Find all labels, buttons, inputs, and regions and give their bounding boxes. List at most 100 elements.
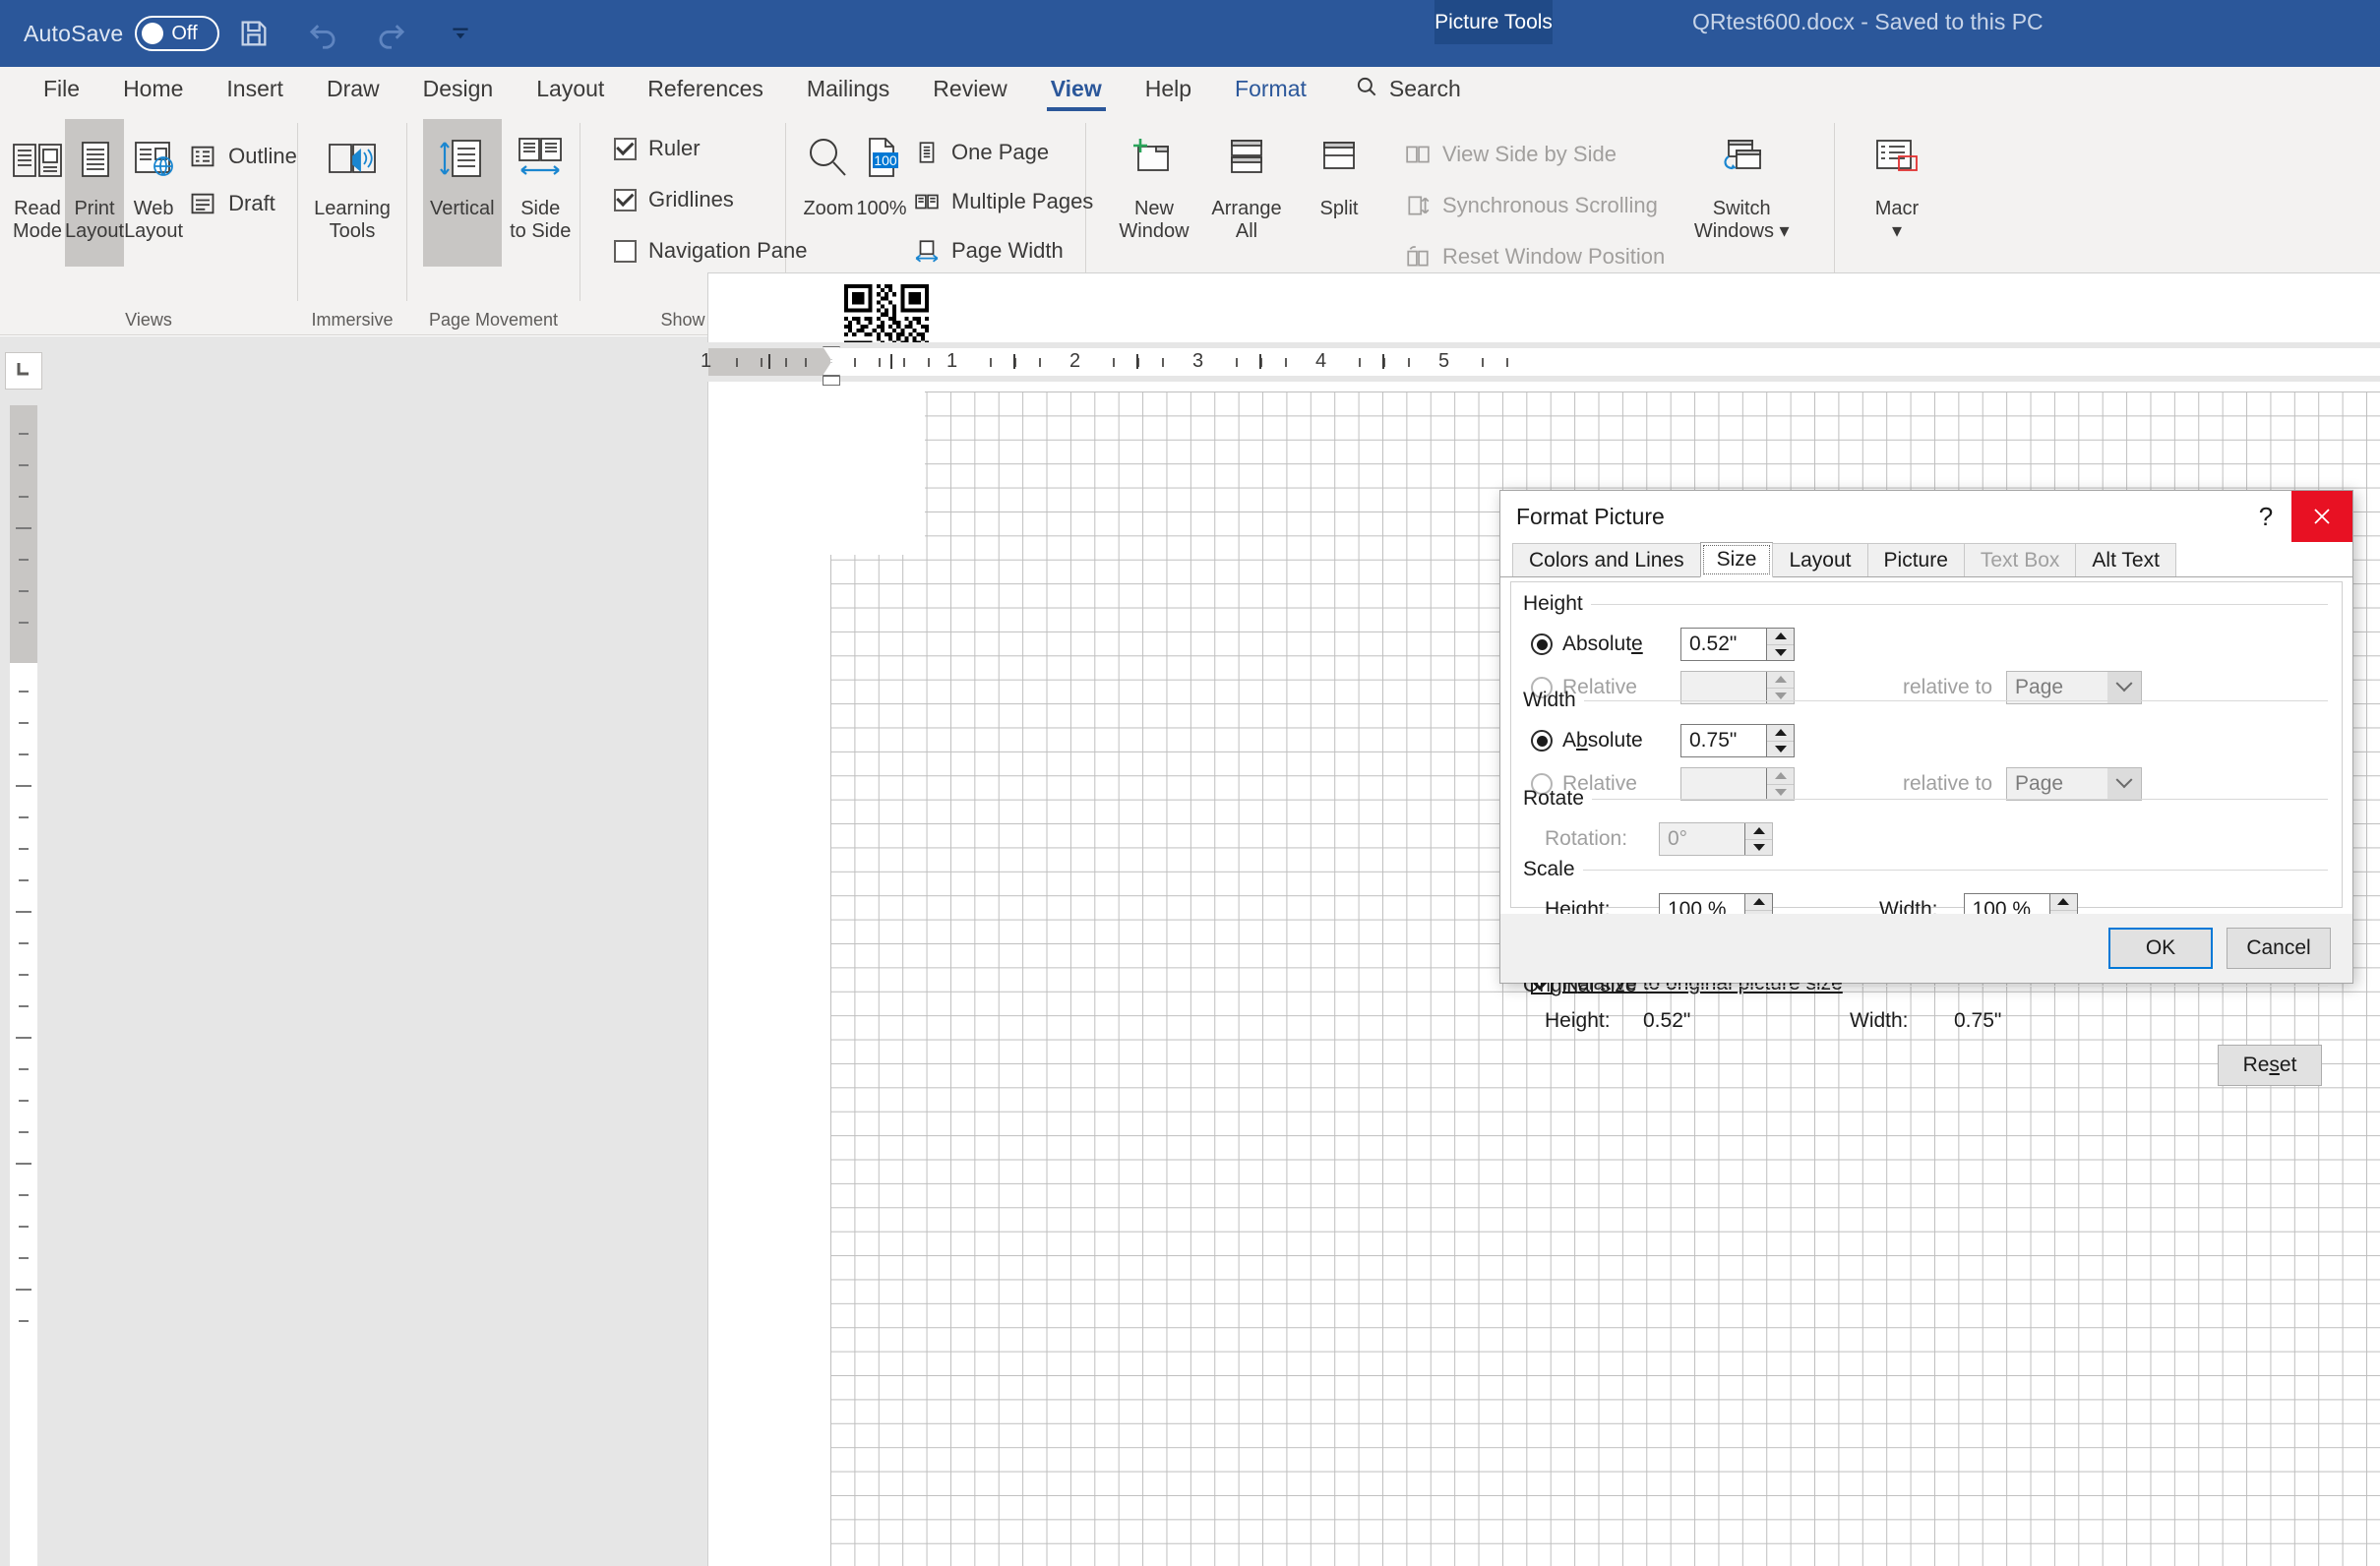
undo-icon[interactable]	[288, 6, 357, 61]
width-absolute-spinner[interactable]: 0.75"	[1680, 724, 1795, 757]
width-fieldset: Width Absolute 0.75" Relative	[1523, 689, 2328, 801]
legend-rule	[1591, 604, 2328, 605]
tab-home[interactable]: Home	[101, 67, 205, 111]
tab-design[interactable]: Design	[401, 67, 516, 111]
ruler-checkbox[interactable]	[614, 138, 637, 160]
height-absolute-value[interactable]: 0.52"	[1681, 629, 1766, 660]
page-width-button[interactable]: Page Width	[908, 231, 1099, 271]
tab-review[interactable]: Review	[911, 67, 1028, 111]
search-box[interactable]: Search	[1328, 74, 1461, 105]
title-bar: AutoSave Off Picture Tools QRtest600.d	[0, 0, 2380, 67]
one-page-button[interactable]: One Page	[908, 133, 1099, 172]
outline-button[interactable]: Outline	[183, 137, 303, 176]
rotation-spinner[interactable]: 0°	[1659, 822, 1773, 856]
cancel-button[interactable]: Cancel	[2227, 928, 2331, 969]
rotation-value[interactable]: 0°	[1660, 823, 1744, 855]
gridlines-checkbox-item[interactable]: Gridlines	[608, 180, 813, 219]
autosave-knob	[142, 23, 163, 44]
height-relative-spin-up[interactable]	[1767, 672, 1794, 689]
height-fieldset: Height Absolute 0.52" Relative	[1523, 592, 2328, 704]
svg-text:100: 100	[874, 152, 897, 168]
horizontal-ruler[interactable]: 1 1 2 3 4 5	[0, 342, 2380, 382]
vertical-ruler[interactable]	[10, 405, 37, 1566]
reset-button[interactable]: Reset	[2218, 1045, 2322, 1086]
tab-draw[interactable]: Draw	[305, 67, 401, 111]
zoom-icon	[802, 127, 855, 194]
side-to-side-icon	[512, 127, 569, 194]
side-to-side-button[interactable]: Sideto Side	[502, 119, 580, 267]
help-icon[interactable]: ?	[2246, 491, 2286, 542]
width-legend: Width	[1523, 689, 2328, 712]
dialog-tab-size[interactable]: Size	[1700, 542, 1774, 577]
tab-view[interactable]: View	[1029, 67, 1124, 111]
zoom-button[interactable]: Zoom	[802, 119, 855, 267]
switch-windows-button[interactable]: SwitchWindows ▾	[1688, 119, 1795, 267]
multiple-pages-button[interactable]: Multiple Pages	[908, 182, 1099, 221]
quick-access-toolbar: AutoSave Off	[0, 6, 495, 61]
width-absolute-radio[interactable]	[1531, 730, 1553, 752]
dialog-tab-alt-text[interactable]: Alt Text	[2075, 543, 2175, 576]
split-label: Split	[1320, 198, 1359, 219]
dialog-tab-picture[interactable]: Picture	[1867, 543, 1965, 576]
new-window-button[interactable]: NewWindow	[1108, 119, 1200, 267]
vertical-label: Vertical	[430, 198, 495, 219]
tab-layout[interactable]: Layout	[515, 67, 626, 111]
reset-label-underlined: s	[2269, 1054, 2280, 1077]
switch-windows-label-1: Switch	[1713, 198, 1771, 219]
draft-button[interactable]: Draft	[183, 184, 303, 223]
height-legend: Height	[1523, 592, 2328, 616]
left-indent-marker[interactable]	[823, 376, 840, 386]
autosave-state: Off	[171, 23, 197, 45]
customize-quick-access-toolbar-icon[interactable]	[426, 6, 495, 61]
ok-button[interactable]: OK	[2108, 928, 2213, 969]
rotation-spin-down[interactable]	[1745, 840, 1772, 856]
macros-button[interactable]: Macr▾	[1851, 119, 1943, 267]
web-layout-button[interactable]: WebLayout	[124, 119, 183, 267]
height-absolute-spinner[interactable]: 0.52"	[1680, 628, 1795, 661]
learning-tools-button[interactable]: LearningTools	[299, 119, 405, 267]
read-mode-button[interactable]: ReadMode	[10, 119, 65, 267]
width-absolute-spin-up[interactable]	[1767, 725, 1794, 742]
arrange-all-label-2: All	[1236, 220, 1257, 242]
scale-width-spin-up[interactable]	[2050, 894, 2077, 911]
height-absolute-spin-up[interactable]	[1767, 629, 1794, 645]
navigation-pane-checkbox[interactable]	[614, 240, 637, 263]
gridlines-checkbox[interactable]	[614, 189, 637, 211]
switch-windows-icon	[1713, 127, 1770, 194]
tab-mailings[interactable]: Mailings	[785, 67, 911, 111]
scale-height-spin-up[interactable]	[1745, 894, 1772, 911]
width-relative-spin-up[interactable]	[1767, 768, 1794, 785]
navigation-pane-checkbox-item[interactable]: Navigation Pane	[608, 231, 813, 271]
print-layout-button[interactable]: PrintLayout	[65, 119, 124, 267]
dialog-tab-layout[interactable]: Layout	[1772, 543, 1867, 576]
split-button[interactable]: Split	[1293, 119, 1385, 267]
dialog-tab-colors-and-lines[interactable]: Colors and Lines	[1512, 543, 1701, 576]
height-absolute-label-underlined: e	[1631, 632, 1643, 655]
new-window-label-1: New	[1134, 198, 1174, 219]
tab-format[interactable]: Format	[1213, 67, 1328, 111]
legend-rule	[1583, 870, 2328, 871]
tab-help[interactable]: Help	[1124, 67, 1213, 111]
tab-file[interactable]: File	[22, 67, 101, 111]
rotation-spin-up[interactable]	[1745, 823, 1772, 840]
tab-stop-selector[interactable]	[5, 352, 42, 390]
height-absolute-radio[interactable]	[1531, 633, 1553, 655]
save-icon[interactable]	[219, 6, 288, 61]
autosave-toggle[interactable]: Off	[135, 16, 219, 51]
gridline-mask	[830, 392, 925, 555]
width-absolute-value[interactable]: 0.75"	[1681, 725, 1766, 756]
vertical-button[interactable]: Vertical	[423, 119, 502, 267]
width-absolute-spin-down[interactable]	[1767, 742, 1794, 757]
tab-references[interactable]: References	[626, 67, 785, 111]
ruler-checkbox-item[interactable]: Ruler	[608, 129, 813, 168]
height-absolute-spin-down[interactable]	[1767, 645, 1794, 661]
tab-insert[interactable]: Insert	[205, 67, 305, 111]
synchronous-scrolling-label: Synchronous Scrolling	[1442, 193, 1658, 218]
arrange-all-button[interactable]: ArrangeAll	[1200, 119, 1293, 267]
original-height-label: Height:	[1545, 1009, 1643, 1033]
dialog-title-bar[interactable]: Format Picture ?	[1500, 491, 2352, 542]
redo-icon[interactable]	[357, 6, 426, 61]
close-icon[interactable]	[2291, 491, 2352, 542]
zoom-100-button[interactable]: 100 100%	[855, 119, 908, 267]
legend-rule	[1592, 799, 2328, 800]
